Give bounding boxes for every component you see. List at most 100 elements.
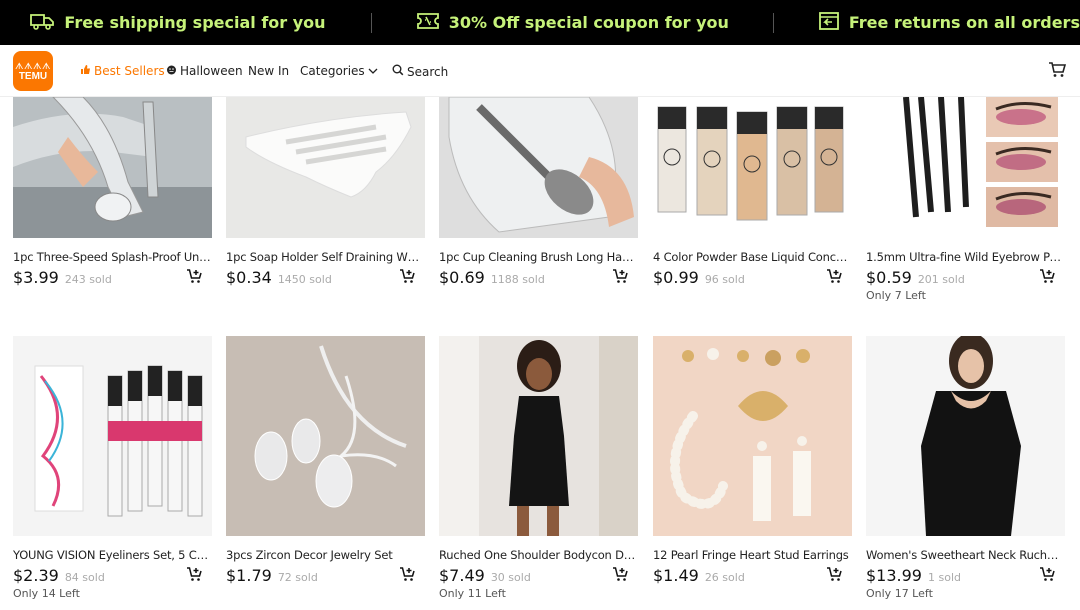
- product-image-cup-brush[interactable]: [439, 97, 638, 238]
- add-to-cart-icon[interactable]: [612, 269, 628, 289]
- add-to-cart-icon[interactable]: [186, 567, 202, 587]
- add-to-cart-icon[interactable]: [186, 269, 202, 289]
- product-price: $0.59: [866, 268, 912, 287]
- product-title[interactable]: Ruched One Shoulder Bodycon Dress: [439, 548, 638, 563]
- truck-icon: [30, 12, 55, 34]
- pumpkin-icon: [166, 64, 177, 78]
- sold-count: 243 sold: [64, 273, 112, 286]
- promo-returns[interactable]: Free returns on all orders: [818, 11, 1080, 34]
- sold-count: 201 sold: [917, 273, 965, 286]
- product-title[interactable]: 12 Pearl Fringe Heart Stud Earrings: [653, 548, 852, 563]
- product-image-bodycon-dress[interactable]: [439, 336, 638, 536]
- sold-count: 1450 sold: [277, 273, 332, 286]
- add-to-cart-icon[interactable]: [1039, 269, 1055, 289]
- nav-new-in[interactable]: New In: [248, 64, 289, 78]
- product-price: $1.79: [226, 566, 272, 585]
- product-card[interactable]: Women's Sweetheart Neck Ruched B... $13.…: [866, 336, 1065, 600]
- product-title[interactable]: 1pc Three-Speed Splash-Proof Univer...: [13, 250, 212, 265]
- product-price: $0.69: [439, 268, 485, 287]
- thumbs-up-icon: [80, 64, 91, 78]
- stock-left: Only 17 Left: [866, 587, 933, 600]
- product-title[interactable]: 1pc Soap Holder Self Draining White ...: [226, 250, 425, 265]
- product-title[interactable]: 3pcs Zircon Decor Jewelry Set: [226, 548, 425, 563]
- nav-search[interactable]: Search: [392, 64, 448, 79]
- product-card[interactable]: 3pcs Zircon Decor Jewelry Set $1.79 72 s…: [226, 336, 425, 586]
- return-icon: [818, 11, 839, 34]
- product-price: $0.34: [226, 268, 272, 287]
- nav-best-sellers[interactable]: Best Sellers: [80, 64, 165, 78]
- cart-icon[interactable]: [1048, 62, 1067, 83]
- product-title[interactable]: 1pc Cup Cleaning Brush Long Handle ...: [439, 250, 638, 265]
- top-nav: ᗑᗑᗑᗑ TEMU Best Sellers Halloween New In …: [0, 45, 1080, 97]
- price-row: $1.49 26 sold: [653, 566, 852, 586]
- promo-free-shipping[interactable]: Free shipping special for you: [30, 12, 326, 34]
- product-card[interactable]: YOUNG VISION Eyeliners Set, 5 Color... $…: [13, 336, 212, 600]
- stock-left: Only 7 Left: [866, 289, 926, 302]
- nav-halloween[interactable]: Halloween: [166, 64, 243, 78]
- nav-halloween-label: Halloween: [180, 64, 243, 78]
- product-card[interactable]: 1pc Cup Cleaning Brush Long Handle ... $…: [439, 97, 638, 288]
- price-row: $7.49 30 sold: [439, 566, 638, 586]
- product-image-concealer[interactable]: [653, 97, 852, 238]
- product-image-sweetheart-dress[interactable]: [866, 336, 1065, 536]
- divider: [370, 12, 372, 33]
- temu-logo[interactable]: ᗑᗑᗑᗑ TEMU: [13, 51, 53, 91]
- product-image-soap-holder[interactable]: [226, 97, 425, 238]
- add-to-cart-icon[interactable]: [826, 269, 842, 289]
- product-title[interactable]: YOUNG VISION Eyeliners Set, 5 Color...: [13, 548, 212, 563]
- promo-coupon[interactable]: 30% Off special coupon for you: [416, 12, 729, 34]
- price-row: $0.34 1450 sold: [226, 268, 425, 288]
- price-row: $0.69 1188 sold: [439, 268, 638, 288]
- promo-free-shipping-text: Free shipping special for you: [64, 13, 326, 32]
- sold-count: 84 sold: [64, 571, 105, 584]
- product-price: $1.49: [653, 566, 699, 585]
- logo-glyphs: ᗑᗑᗑᗑ: [15, 60, 51, 71]
- product-image-jewelry-set[interactable]: [226, 336, 425, 536]
- product-price: $0.99: [653, 268, 699, 287]
- product-image-faucet[interactable]: [13, 97, 212, 238]
- promo-returns-text: Free returns on all orders: [848, 13, 1080, 32]
- product-price: $7.49: [439, 566, 485, 585]
- coupon-icon: [416, 12, 439, 34]
- price-row: $0.99 96 sold: [653, 268, 852, 288]
- sold-count: 26 sold: [704, 571, 745, 584]
- product-price: $2.39: [13, 566, 59, 585]
- nav-best-sellers-label: Best Sellers: [94, 64, 165, 78]
- nav-categories[interactable]: Categories: [300, 64, 378, 78]
- product-card[interactable]: Ruched One Shoulder Bodycon Dress $7.49 …: [439, 336, 638, 600]
- product-image-pearl-earrings[interactable]: [653, 336, 852, 536]
- add-to-cart-icon[interactable]: [399, 269, 415, 289]
- product-title[interactable]: 1.5mm Ultra-fine Wild Eyebrow Pencil: [866, 250, 1065, 265]
- stock-left: Only 14 Left: [13, 587, 80, 600]
- add-to-cart-icon[interactable]: [826, 567, 842, 587]
- add-to-cart-icon[interactable]: [612, 567, 628, 587]
- product-title[interactable]: Women's Sweetheart Neck Ruched B...: [866, 548, 1065, 563]
- product-price: $13.99: [866, 566, 922, 585]
- sold-count: 30 sold: [490, 571, 531, 584]
- add-to-cart-icon[interactable]: [1039, 567, 1055, 587]
- nav-new-in-label: New In: [248, 64, 290, 78]
- divider: [772, 12, 774, 33]
- nav-search-label: Search: [407, 64, 449, 79]
- stock-left: Only 11 Left: [439, 587, 506, 600]
- add-to-cart-icon[interactable]: [399, 567, 415, 587]
- promo-bar: Free shipping special for you 30% Off sp…: [0, 0, 1080, 45]
- product-card[interactable]: 12 Pearl Fringe Heart Stud Earrings $1.4…: [653, 336, 852, 586]
- product-card[interactable]: 1pc Three-Speed Splash-Proof Univer... $…: [13, 97, 212, 288]
- product-title[interactable]: 4 Color Powder Base Liquid Concealer: [653, 250, 852, 265]
- price-row: $3.99 243 sold: [13, 268, 212, 288]
- price-row: $1.79 72 sold: [226, 566, 425, 586]
- chevron-down-icon: [368, 64, 378, 78]
- product-card[interactable]: 1pc Soap Holder Self Draining White ... …: [226, 97, 425, 288]
- price-row: $0.59 201 sold: [866, 268, 1065, 288]
- logo-word: TEMU: [18, 70, 48, 82]
- product-image-eyebrow-pencil[interactable]: [866, 97, 1065, 238]
- sold-count: 96 sold: [704, 273, 745, 286]
- sold-count: 1 sold: [927, 571, 961, 584]
- price-row: $13.99 1 sold: [866, 566, 1065, 586]
- product-card[interactable]: 4 Color Powder Base Liquid Concealer $0.…: [653, 97, 852, 288]
- product-card[interactable]: 1.5mm Ultra-fine Wild Eyebrow Pencil $0.…: [866, 97, 1065, 302]
- product-image-eyeliners[interactable]: [13, 336, 212, 536]
- product-price: $3.99: [13, 268, 59, 287]
- search-icon: [392, 64, 404, 79]
